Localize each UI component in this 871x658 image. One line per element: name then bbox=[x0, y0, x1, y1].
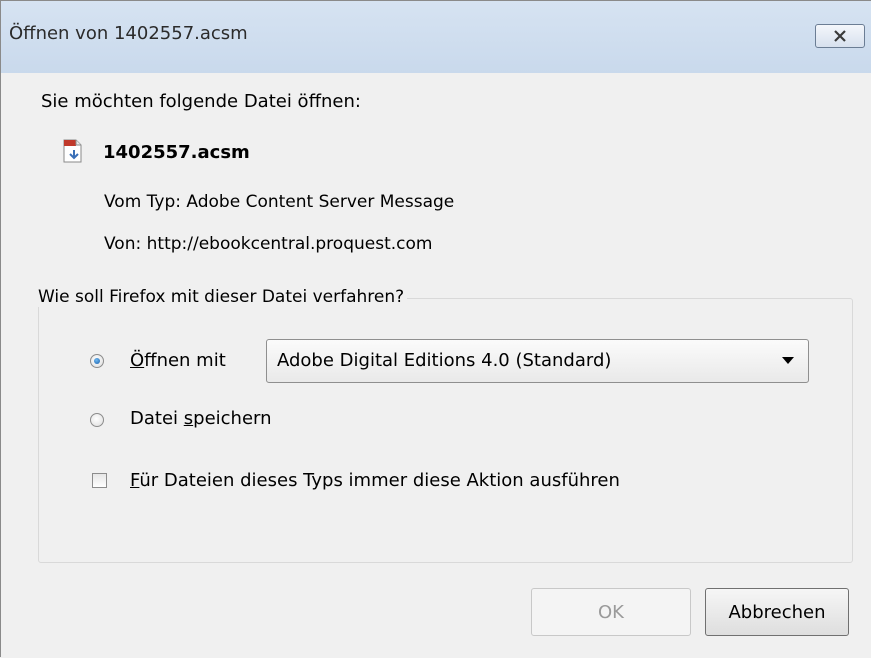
selected-application: Adobe Digital Editions 4.0 (Standard) bbox=[277, 350, 612, 371]
title-bar[interactable]: Öffnen von 1402557.acsm bbox=[1, 1, 871, 73]
window-title: Öffnen von 1402557.acsm bbox=[9, 23, 248, 44]
always-do-this-label[interactable]: Für Dateien dieses Typs immer diese Akti… bbox=[130, 470, 620, 492]
action-group bbox=[38, 298, 853, 563]
prompt-text: Sie möchten folgende Datei öffnen: bbox=[41, 91, 361, 112]
chevron-down-icon bbox=[782, 357, 794, 364]
application-select[interactable]: Adobe Digital Editions 4.0 (Standard) bbox=[266, 339, 809, 383]
file-source-row: Von: http://ebookcentral.proquest.com bbox=[104, 233, 432, 255]
download-dialog: Öffnen von 1402557.acsm Sie möchten folg… bbox=[0, 0, 871, 658]
close-button[interactable] bbox=[815, 24, 865, 48]
ok-button[interactable]: OK bbox=[531, 588, 691, 636]
file-name: 1402557.acsm bbox=[103, 142, 250, 163]
open-with-label[interactable]: Öffnen mit bbox=[130, 350, 226, 372]
always-do-this-checkbox[interactable] bbox=[92, 473, 107, 488]
file-type-value: Adobe Content Server Message bbox=[186, 192, 455, 212]
acsm-file-icon bbox=[63, 139, 82, 163]
open-with-radio[interactable] bbox=[90, 354, 104, 368]
file-type-row: Vom Typ: Adobe Content Server Message bbox=[104, 191, 454, 213]
action-group-legend: Wie soll Firefox mit dieser Datei verfah… bbox=[35, 287, 408, 307]
save-file-radio[interactable] bbox=[90, 413, 104, 427]
cancel-button[interactable]: Abbrechen bbox=[705, 588, 849, 636]
save-file-label[interactable]: Datei speichern bbox=[130, 408, 272, 430]
file-type-label: Vom Typ: bbox=[104, 192, 181, 212]
close-icon bbox=[834, 30, 846, 42]
file-source-label: Von: bbox=[104, 234, 142, 254]
file-source-value: http://ebookcentral.proquest.com bbox=[146, 234, 433, 254]
